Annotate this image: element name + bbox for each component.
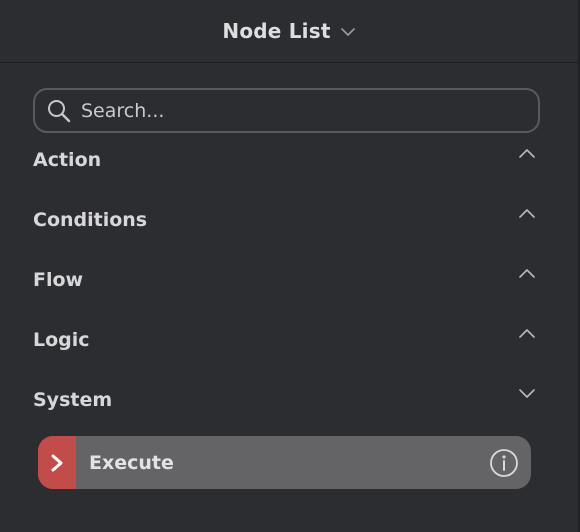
category-action[interactable]: Action <box>0 138 578 182</box>
panel-header[interactable]: Node List <box>0 0 578 63</box>
category-conditions[interactable]: Conditions <box>0 198 578 242</box>
category-label: Logic <box>33 329 90 351</box>
chevron-down-icon[interactable] <box>340 24 356 40</box>
chevron-down-icon[interactable] <box>517 386 537 400</box>
search-icon <box>48 99 71 122</box>
search-box[interactable] <box>33 88 540 133</box>
chevron-up-icon[interactable] <box>517 206 537 220</box>
category-logic[interactable]: Logic <box>0 318 578 362</box>
category-label: Action <box>33 149 102 171</box>
category-label: Flow <box>33 269 84 291</box>
category-label: Conditions <box>33 209 148 231</box>
panel-title: Node List <box>222 19 331 43</box>
search-input[interactable] <box>81 99 501 122</box>
chevron-up-icon[interactable] <box>517 146 537 160</box>
info-icon[interactable] <box>489 448 519 478</box>
node-list-panel: Node List Action Conditions Flow Logic <box>0 0 580 532</box>
category-flow[interactable]: Flow <box>0 258 578 302</box>
category-system[interactable]: System <box>0 378 578 422</box>
chevron-up-icon[interactable] <box>517 326 537 340</box>
node-accent <box>38 436 76 489</box>
chevron-up-icon[interactable] <box>517 266 537 280</box>
chevron-right-icon <box>51 454 63 471</box>
node-item-execute[interactable]: Execute <box>38 436 531 489</box>
node-label: Execute <box>89 451 174 474</box>
category-label: System <box>33 389 113 411</box>
